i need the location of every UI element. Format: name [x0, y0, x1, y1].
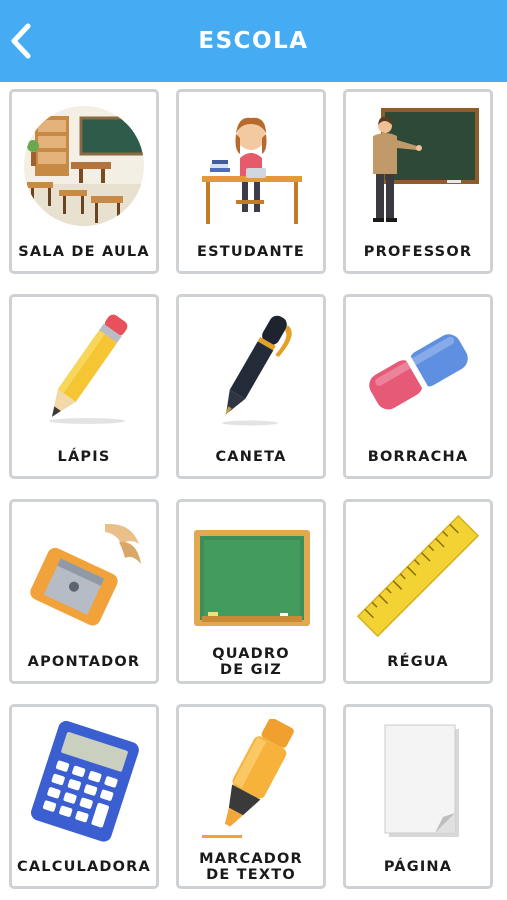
- card-label: MARCADOR DE TEXTO: [199, 851, 303, 883]
- card-label: QUADRO DE GIZ: [212, 646, 290, 678]
- chevron-left-icon: [11, 23, 31, 59]
- app-header: ESCOLA: [0, 0, 507, 82]
- card-label: PROFESSOR: [363, 244, 473, 260]
- card-label: LÁPIS: [57, 449, 111, 465]
- teacher-image: [373, 108, 479, 222]
- eraser-image: [369, 334, 468, 410]
- card-marcador-de-texto[interactable]: MARCADOR DE TEXTO: [176, 704, 326, 889]
- card-label: RÉGUA: [387, 654, 449, 670]
- card-label: BORRACHA: [367, 449, 469, 465]
- card-quadro-de-giz[interactable]: QUADRO DE GIZ: [176, 499, 326, 684]
- card-regua[interactable]: RÉGUA: [343, 499, 493, 684]
- card-label: SALA DE AULA: [18, 244, 150, 260]
- card-caneta[interactable]: CANETA: [176, 294, 326, 479]
- sharpener-image: [30, 523, 141, 626]
- card-professor[interactable]: PROFESSOR: [343, 89, 493, 274]
- calculator-image: [31, 720, 139, 842]
- card-label: APONTADOR: [27, 654, 141, 670]
- card-calculadora[interactable]: CALCULADORA: [9, 704, 159, 889]
- card-label: CALCULADORA: [17, 859, 151, 875]
- card-lapis[interactable]: LÁPIS: [9, 294, 159, 479]
- card-estudante[interactable]: ESTUDANTE: [176, 89, 326, 274]
- classroom-image: [24, 106, 144, 226]
- highlighter-image: [202, 719, 294, 838]
- card-label: ESTUDANTE: [196, 244, 305, 260]
- card-apontador[interactable]: APONTADOR: [9, 499, 159, 684]
- card-label: CANETA: [215, 449, 287, 465]
- back-button[interactable]: [4, 20, 40, 62]
- card-borracha[interactable]: BORRACHA: [343, 294, 493, 479]
- card-pagina[interactable]: PÁGINA: [343, 704, 493, 889]
- student-image: [202, 117, 302, 224]
- card-sala-de-aula[interactable]: SALA DE AULA: [9, 89, 159, 274]
- chalkboard-image: [194, 530, 310, 626]
- card-label: PÁGINA: [383, 859, 453, 875]
- page-image: [384, 724, 459, 837]
- page-title: ESCOLA: [198, 28, 309, 54]
- pencil-image: [49, 314, 128, 424]
- ruler-image: [356, 514, 480, 638]
- pen-image: [222, 315, 292, 426]
